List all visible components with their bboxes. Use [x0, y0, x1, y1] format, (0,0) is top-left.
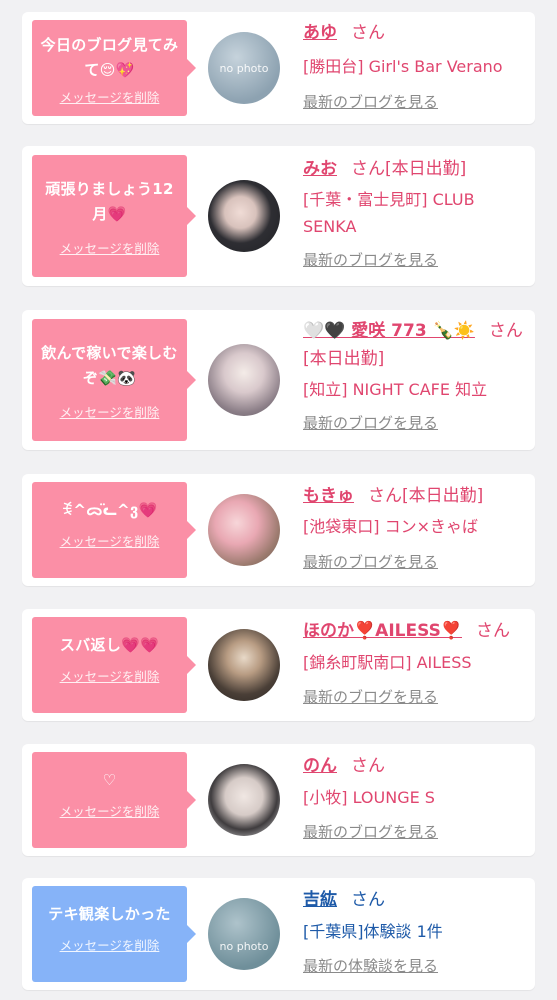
message-bubble: スバ返し💗💗 メッセージを削除 [32, 617, 196, 713]
message-bubble: 飲んで稼いで楽しむぞ💸🐼 メッセージを削除 [32, 319, 196, 441]
cast-info: みお さん[本日出勤] [千葉・富士見町] CLUB SENKA 最新のブログを見… [303, 155, 528, 272]
name-line: あゆ さん [303, 19, 528, 47]
honorific: さん [351, 756, 385, 776]
avatar[interactable] [208, 180, 280, 252]
latest-blog-link[interactable]: 最新のブログを見る [303, 248, 528, 272]
cast-name-link[interactable]: もきゅ [303, 486, 354, 506]
honorific: さん [351, 890, 385, 910]
message-card: 飲んで稼いで楽しむぞ💸🐼 メッセージを削除 🤍🖤 愛咲 773 🍾☀️ さん [本日… [22, 310, 535, 450]
cast-info: 吉紘 さん [千葉県]体験談 1件 最新の体験談を見る [303, 886, 528, 978]
shop-name: [知立] NIGHT CAFE 知立 [303, 380, 488, 399]
latest-blog-link[interactable]: 最新のブログを見る [303, 411, 528, 435]
message-text: 今日のブログ見てみて😌💖 [40, 36, 179, 79]
delete-message-link[interactable]: メッセージを削除 [38, 531, 181, 550]
message-text: ♡ [102, 771, 117, 789]
delete-message-link[interactable]: メッセージを削除 [38, 801, 181, 820]
work-status: [本日出勤] [402, 486, 484, 506]
shop-name: [池袋東口] コン×きゃば [303, 517, 478, 536]
shop-name: [小牧] LOUNGE S [303, 788, 435, 807]
shop-name: [錦糸町駅南口] AILESS [303, 653, 472, 672]
message-bubble: ꉂ^ᯅ̈ᓚ^ვ💗 メッセージを削除 [32, 482, 196, 578]
honorific: さん [476, 621, 510, 641]
cast-name-link[interactable]: あゆ [303, 23, 337, 43]
name-line: もきゅ さん[本日出勤] [303, 482, 528, 510]
avatar[interactable]: no photo [208, 32, 280, 104]
message-bubble: 頑張りましょう12月💗 メッセージを削除 [32, 155, 196, 277]
message-bubble: 今日のブログ見てみて😌💖 メッセージを削除 [32, 20, 196, 116]
no-photo-label: no photo [219, 62, 269, 76]
message-text: 飲んで稼いで楽しむぞ💸🐼 [41, 344, 178, 387]
message-card: ꉂ^ᯅ̈ᓚ^ვ💗 メッセージを削除 もきゅ さん[本日出勤] [池袋東口] コン×… [22, 474, 535, 586]
message-card: テキ観楽しかった メッセージを削除 no photo 吉紘 さん [千葉県]体験談… [22, 878, 535, 990]
honorific: さん [351, 159, 385, 179]
user-name-link[interactable]: 吉紘 [303, 890, 337, 910]
message-card: ♡ メッセージを削除 のん さん [小牧] LOUNGE S 最新のブログを見る [22, 744, 535, 856]
cast-name-link[interactable]: ほのか❣️AILESS❣️ [303, 621, 462, 641]
delete-message-link[interactable]: メッセージを削除 [38, 666, 181, 685]
avatar[interactable] [208, 344, 280, 416]
delete-message-link[interactable]: メッセージを削除 [38, 87, 181, 106]
cast-name-link[interactable]: 🤍🖤 愛咲 773 🍾☀️ [303, 321, 475, 341]
latest-blog-link[interactable]: 最新のブログを見る [303, 820, 528, 844]
cast-name-link[interactable]: みお [303, 159, 337, 179]
latest-blog-link[interactable]: 最新のブログを見る [303, 550, 528, 574]
name-line: ほのか❣️AILESS❣️ さん [303, 617, 528, 645]
latest-review-link[interactable]: 最新の体験談を見る [303, 954, 528, 978]
name-line: 吉紘 さん [303, 886, 528, 914]
cast-name-link[interactable]: のん [303, 756, 337, 776]
cast-info: のん さん [小牧] LOUNGE S 最新のブログを見る [303, 752, 528, 844]
avatar[interactable] [208, 494, 280, 566]
message-bubble: ♡ メッセージを削除 [32, 752, 196, 848]
shop-name: [千葉・富士見町] CLUB SENKA [303, 190, 475, 236]
message-text: スバ返し💗💗 [59, 636, 160, 654]
delete-message-link[interactable]: メッセージを削除 [38, 238, 181, 257]
message-text: 頑張りましょう12月💗 [45, 180, 174, 223]
avatar[interactable]: no photo [208, 898, 280, 970]
name-line: のん さん [303, 752, 528, 780]
cast-info: あゆ さん [勝田台] Girl's Bar Verano 最新のブログを見る [303, 19, 528, 114]
work-status: [本日出勤] [385, 159, 467, 179]
message-card: 今日のブログ見てみて😌💖 メッセージを削除 no photo あゆ さん [勝田台… [22, 12, 535, 124]
cast-info: もきゅ さん[本日出勤] [池袋東口] コン×きゃば 最新のブログを見る [303, 482, 528, 574]
latest-blog-link[interactable]: 最新のブログを見る [303, 90, 528, 114]
shop-name: [勝田台] Girl's Bar Verano [303, 57, 503, 76]
avatar[interactable] [208, 764, 280, 836]
name-line: 🤍🖤 愛咲 773 🍾☀️ さん [本日出勤] [303, 317, 528, 373]
honorific: さん [488, 321, 523, 341]
review-count: [千葉県]体験談 1件 [303, 922, 443, 941]
avatar[interactable] [208, 629, 280, 701]
cast-info: 🤍🖤 愛咲 773 🍾☀️ さん [本日出勤] [知立] NIGHT CAFE 知立… [303, 317, 528, 435]
delete-message-link[interactable]: メッセージを削除 [38, 935, 181, 954]
name-line: みお さん[本日出勤] [303, 155, 528, 183]
latest-blog-link[interactable]: 最新のブログを見る [303, 685, 528, 709]
cast-info: ほのか❣️AILESS❣️ さん [錦糸町駅南口] AILESS 最新のブログを見… [303, 617, 528, 709]
message-text: テキ観楽しかった [48, 905, 171, 923]
message-card: 頑張りましょう12月💗 メッセージを削除 みお さん[本日出勤] [千葉・富士見町… [22, 146, 535, 286]
no-photo-label: no photo [219, 939, 269, 953]
work-status: [本日出勤] [303, 349, 385, 369]
honorific: さん [368, 486, 402, 506]
honorific: さん [351, 23, 385, 43]
message-text: ꉂ^ᯅ̈ᓚ^ვ💗 [61, 501, 158, 519]
delete-message-link[interactable]: メッセージを削除 [38, 402, 181, 421]
message-bubble: テキ観楽しかった メッセージを削除 [32, 886, 196, 982]
message-card: スバ返し💗💗 メッセージを削除 ほのか❣️AILESS❣️ さん [錦糸町駅南口]… [22, 609, 535, 721]
